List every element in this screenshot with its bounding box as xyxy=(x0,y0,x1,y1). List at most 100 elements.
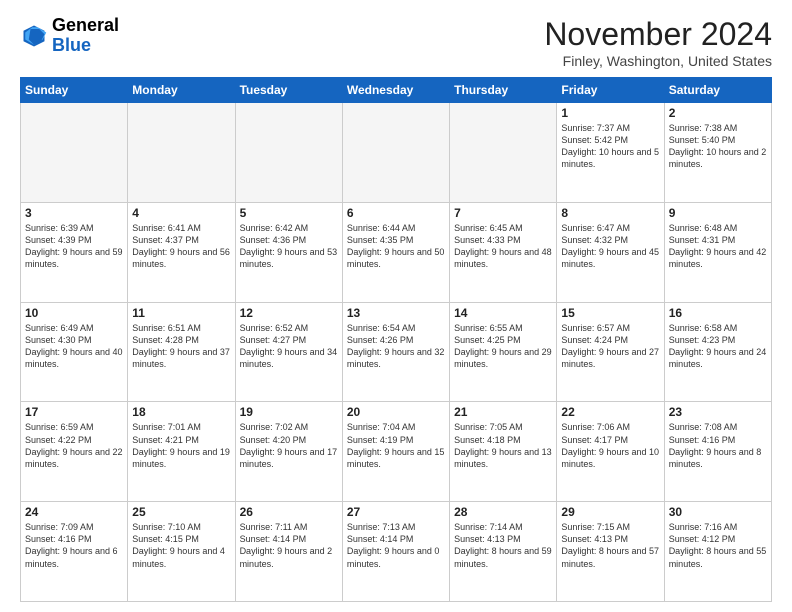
day-number: 13 xyxy=(347,306,445,320)
day-number: 28 xyxy=(454,505,552,519)
week-row-5: 24 Sunrise: 7:09 AM Sunset: 4:16 PM Dayli… xyxy=(21,502,772,602)
day-info: Sunrise: 6:59 AM Sunset: 4:22 PM Dayligh… xyxy=(25,421,123,470)
week-row-3: 10Sunrise: 6:49 AM Sunset: 4:30 PM Dayli… xyxy=(21,302,772,402)
week-row-1: 1Sunrise: 7:37 AM Sunset: 5:42 PM Daylig… xyxy=(21,103,772,203)
day-info: Sunrise: 6:44 AM Sunset: 4:35 PM Dayligh… xyxy=(347,222,445,271)
day-cell: 13 Sunrise: 6:54 AM Sunset: 4:26 PM Dayli… xyxy=(342,302,449,402)
logo-line2: Blue xyxy=(52,36,119,56)
logo: General Blue xyxy=(20,16,119,56)
day-number: 22 xyxy=(561,405,659,419)
col-friday: Friday xyxy=(557,78,664,103)
day-info: Sunrise: 7:14 AM Sunset: 4:13 PM Dayligh… xyxy=(454,521,552,570)
day-cell: 3 Sunrise: 6:39 AM Sunset: 4:39 PM Daylig… xyxy=(21,202,128,302)
day-cell: 16 Sunrise: 6:58 AM Sunset: 4:23 PM Dayli… xyxy=(664,302,771,402)
day-number: 11 xyxy=(132,306,230,320)
col-thursday: Thursday xyxy=(450,78,557,103)
col-sunday: Sunday xyxy=(21,78,128,103)
title-block: November 2024 Finley, Washington, United… xyxy=(544,16,772,69)
day-info: Sunrise: 6:47 AM Sunset: 4:32 PM Dayligh… xyxy=(561,222,659,271)
week-row-4: 17 Sunrise: 6:59 AM Sunset: 4:22 PM Dayli… xyxy=(21,402,772,502)
day-cell: 12Sunrise: 6:52 AM Sunset: 4:27 PM Dayli… xyxy=(235,302,342,402)
day-cell: 29Sunrise: 7:15 AM Sunset: 4:13 PM Dayli… xyxy=(557,502,664,602)
day-cell: 20Sunrise: 7:04 AM Sunset: 4:19 PM Dayli… xyxy=(342,402,449,502)
day-cell: 9Sunrise: 6:48 AM Sunset: 4:31 PM Daylig… xyxy=(664,202,771,302)
day-info: Sunrise: 7:10 AM Sunset: 4:15 PM Dayligh… xyxy=(132,521,230,570)
day-number: 16 xyxy=(669,306,767,320)
day-cell: 22 Sunrise: 7:06 AM Sunset: 4:17 PM Dayli… xyxy=(557,402,664,502)
day-number: 15 xyxy=(561,306,659,320)
day-cell: 1Sunrise: 7:37 AM Sunset: 5:42 PM Daylig… xyxy=(557,103,664,203)
day-info: Sunrise: 6:58 AM Sunset: 4:23 PM Dayligh… xyxy=(669,322,767,371)
day-info: Sunrise: 7:09 AM Sunset: 4:16 PM Dayligh… xyxy=(25,521,123,570)
day-number: 2 xyxy=(669,106,767,120)
calendar-body: 1Sunrise: 7:37 AM Sunset: 5:42 PM Daylig… xyxy=(21,103,772,602)
day-number: 5 xyxy=(240,206,338,220)
day-number: 25 xyxy=(132,505,230,519)
day-cell: 28 Sunrise: 7:14 AM Sunset: 4:13 PM Dayli… xyxy=(450,502,557,602)
col-saturday: Saturday xyxy=(664,78,771,103)
day-info: Sunrise: 7:16 AM Sunset: 4:12 PM Dayligh… xyxy=(669,521,767,570)
header-row: Sunday Monday Tuesday Wednesday Thursday… xyxy=(21,78,772,103)
day-cell: 14Sunrise: 6:55 AM Sunset: 4:25 PM Dayli… xyxy=(450,302,557,402)
col-wednesday: Wednesday xyxy=(342,78,449,103)
day-info: Sunrise: 7:01 AM Sunset: 4:21 PM Dayligh… xyxy=(132,421,230,470)
day-number: 10 xyxy=(25,306,123,320)
day-number: 4 xyxy=(132,206,230,220)
day-number: 14 xyxy=(454,306,552,320)
day-cell: 25 Sunrise: 7:10 AM Sunset: 4:15 PM Dayli… xyxy=(128,502,235,602)
day-number: 21 xyxy=(454,405,552,419)
day-number: 12 xyxy=(240,306,338,320)
day-cell: 21 Sunrise: 7:05 AM Sunset: 4:18 PM Dayli… xyxy=(450,402,557,502)
day-number: 17 xyxy=(25,405,123,419)
day-info: Sunrise: 7:05 AM Sunset: 4:18 PM Dayligh… xyxy=(454,421,552,470)
day-number: 19 xyxy=(240,405,338,419)
day-cell: 24 Sunrise: 7:09 AM Sunset: 4:16 PM Dayli… xyxy=(21,502,128,602)
day-cell: 5 Sunrise: 6:42 AM Sunset: 4:36 PM Daylig… xyxy=(235,202,342,302)
day-cell xyxy=(128,103,235,203)
day-info: Sunrise: 6:45 AM Sunset: 4:33 PM Dayligh… xyxy=(454,222,552,271)
day-cell xyxy=(235,103,342,203)
day-number: 7 xyxy=(454,206,552,220)
calendar-table: Sunday Monday Tuesday Wednesday Thursday… xyxy=(20,77,772,602)
logo-line1: General xyxy=(52,16,119,36)
day-number: 30 xyxy=(669,505,767,519)
day-cell xyxy=(450,103,557,203)
header: General Blue November 2024 Finley, Washi… xyxy=(20,16,772,69)
day-cell xyxy=(21,103,128,203)
day-info: Sunrise: 7:06 AM Sunset: 4:17 PM Dayligh… xyxy=(561,421,659,470)
day-cell: 15Sunrise: 6:57 AM Sunset: 4:24 PM Dayli… xyxy=(557,302,664,402)
day-number: 1 xyxy=(561,106,659,120)
day-number: 26 xyxy=(240,505,338,519)
day-info: Sunrise: 6:42 AM Sunset: 4:36 PM Dayligh… xyxy=(240,222,338,271)
day-cell: 26 Sunrise: 7:11 AM Sunset: 4:14 PM Dayli… xyxy=(235,502,342,602)
day-info: Sunrise: 6:54 AM Sunset: 4:26 PM Dayligh… xyxy=(347,322,445,371)
day-number: 18 xyxy=(132,405,230,419)
location: Finley, Washington, United States xyxy=(544,53,772,69)
day-cell: 11 Sunrise: 6:51 AM Sunset: 4:28 PM Dayli… xyxy=(128,302,235,402)
day-number: 3 xyxy=(25,206,123,220)
day-cell: 19 Sunrise: 7:02 AM Sunset: 4:20 PM Dayli… xyxy=(235,402,342,502)
day-cell: 2 Sunrise: 7:38 AM Sunset: 5:40 PM Daylig… xyxy=(664,103,771,203)
day-cell: 6 Sunrise: 6:44 AM Sunset: 4:35 PM Daylig… xyxy=(342,202,449,302)
day-info: Sunrise: 7:13 AM Sunset: 4:14 PM Dayligh… xyxy=(347,521,445,570)
day-cell: 7 Sunrise: 6:45 AM Sunset: 4:33 PM Daylig… xyxy=(450,202,557,302)
day-info: Sunrise: 6:48 AM Sunset: 4:31 PM Dayligh… xyxy=(669,222,767,271)
day-number: 27 xyxy=(347,505,445,519)
day-info: Sunrise: 6:39 AM Sunset: 4:39 PM Dayligh… xyxy=(25,222,123,271)
day-cell xyxy=(342,103,449,203)
day-number: 6 xyxy=(347,206,445,220)
day-cell: 30 Sunrise: 7:16 AM Sunset: 4:12 PM Dayli… xyxy=(664,502,771,602)
day-number: 8 xyxy=(561,206,659,220)
month-title: November 2024 xyxy=(544,16,772,53)
day-info: Sunrise: 7:15 AM Sunset: 4:13 PM Dayligh… xyxy=(561,521,659,570)
day-info: Sunrise: 6:41 AM Sunset: 4:37 PM Dayligh… xyxy=(132,222,230,271)
day-info: Sunrise: 7:02 AM Sunset: 4:20 PM Dayligh… xyxy=(240,421,338,470)
day-info: Sunrise: 7:11 AM Sunset: 4:14 PM Dayligh… xyxy=(240,521,338,570)
day-cell: 23Sunrise: 7:08 AM Sunset: 4:16 PM Dayli… xyxy=(664,402,771,502)
col-monday: Monday xyxy=(128,78,235,103)
day-info: Sunrise: 7:38 AM Sunset: 5:40 PM Dayligh… xyxy=(669,122,767,171)
week-row-2: 3 Sunrise: 6:39 AM Sunset: 4:39 PM Daylig… xyxy=(21,202,772,302)
day-info: Sunrise: 6:51 AM Sunset: 4:28 PM Dayligh… xyxy=(132,322,230,371)
day-number: 24 xyxy=(25,505,123,519)
day-cell: 10Sunrise: 6:49 AM Sunset: 4:30 PM Dayli… xyxy=(21,302,128,402)
